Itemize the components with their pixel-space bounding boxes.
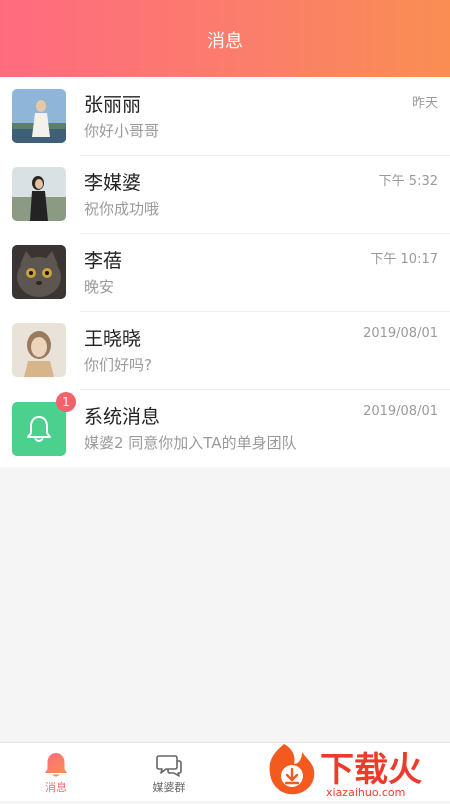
message-time: 下午 5:32: [378, 174, 438, 189]
contact-name: 系统消息: [84, 406, 161, 428]
avatar: [12, 89, 66, 143]
system-bell-avatar: [12, 402, 66, 456]
tab-matchmaker-group[interactable]: 媒婆群: [129, 743, 209, 801]
bell-icon: [45, 753, 67, 777]
message-row-system[interactable]: 1 系统消息 媒婆2 同意你加入TA的单身团队 2019/08/01: [0, 389, 450, 467]
message-preview: 祝你成功哦: [84, 200, 160, 218]
message-time: 2019/08/01: [363, 326, 438, 341]
contact-name: 张丽丽: [84, 94, 142, 116]
tab-label: 消息: [45, 781, 67, 794]
message-row-zhanglili[interactable]: 张丽丽 你好小哥哥 昨天: [0, 77, 450, 155]
watermark-text: 下载火: [320, 750, 422, 790]
chat-bubbles-icon: [156, 755, 182, 777]
message-preview: 你们好吗?: [84, 356, 152, 374]
avatar: [12, 167, 66, 221]
tab-label: 媒婆群: [152, 781, 186, 794]
unread-badge: 1: [56, 392, 76, 412]
message-preview: 你好小哥哥: [84, 122, 160, 140]
message-row-wangxiaoxiao[interactable]: 王晓晓 你们好吗? 2019/08/01: [0, 311, 450, 389]
contact-name: 王晓晓: [84, 328, 142, 350]
message-time: 下午 10:17: [370, 252, 438, 267]
header-bar: 消息: [0, 0, 450, 77]
page-title: 消息: [207, 31, 243, 52]
message-row-libei[interactable]: 李蓓 晚安 下午 10:17: [0, 233, 450, 311]
message-row-limeipo[interactable]: 李媒婆 祝你成功哦 下午 5:32: [0, 155, 450, 233]
message-time: 2019/08/01: [363, 404, 438, 419]
message-list: 张丽丽 你好小哥哥 昨天 李媒婆 祝你成功哦 下午 5:32 李蓓 晚安 下午 …: [0, 77, 450, 467]
message-preview: 媒婆2 同意你加入TA的单身团队: [84, 434, 297, 452]
tab-messages[interactable]: 消息: [16, 743, 96, 801]
message-preview: 晚安: [84, 278, 115, 296]
avatar: [12, 323, 66, 377]
site-watermark: 下载火 xiazaihuo.com: [262, 740, 450, 800]
contact-name: 李蓓: [84, 250, 123, 272]
contact-name: 李媒婆: [84, 172, 142, 194]
watermark-domain: xiazaihuo.com: [326, 786, 405, 799]
avatar: [12, 245, 66, 299]
bell-icon: [27, 416, 51, 442]
message-time: 昨天: [411, 96, 438, 111]
